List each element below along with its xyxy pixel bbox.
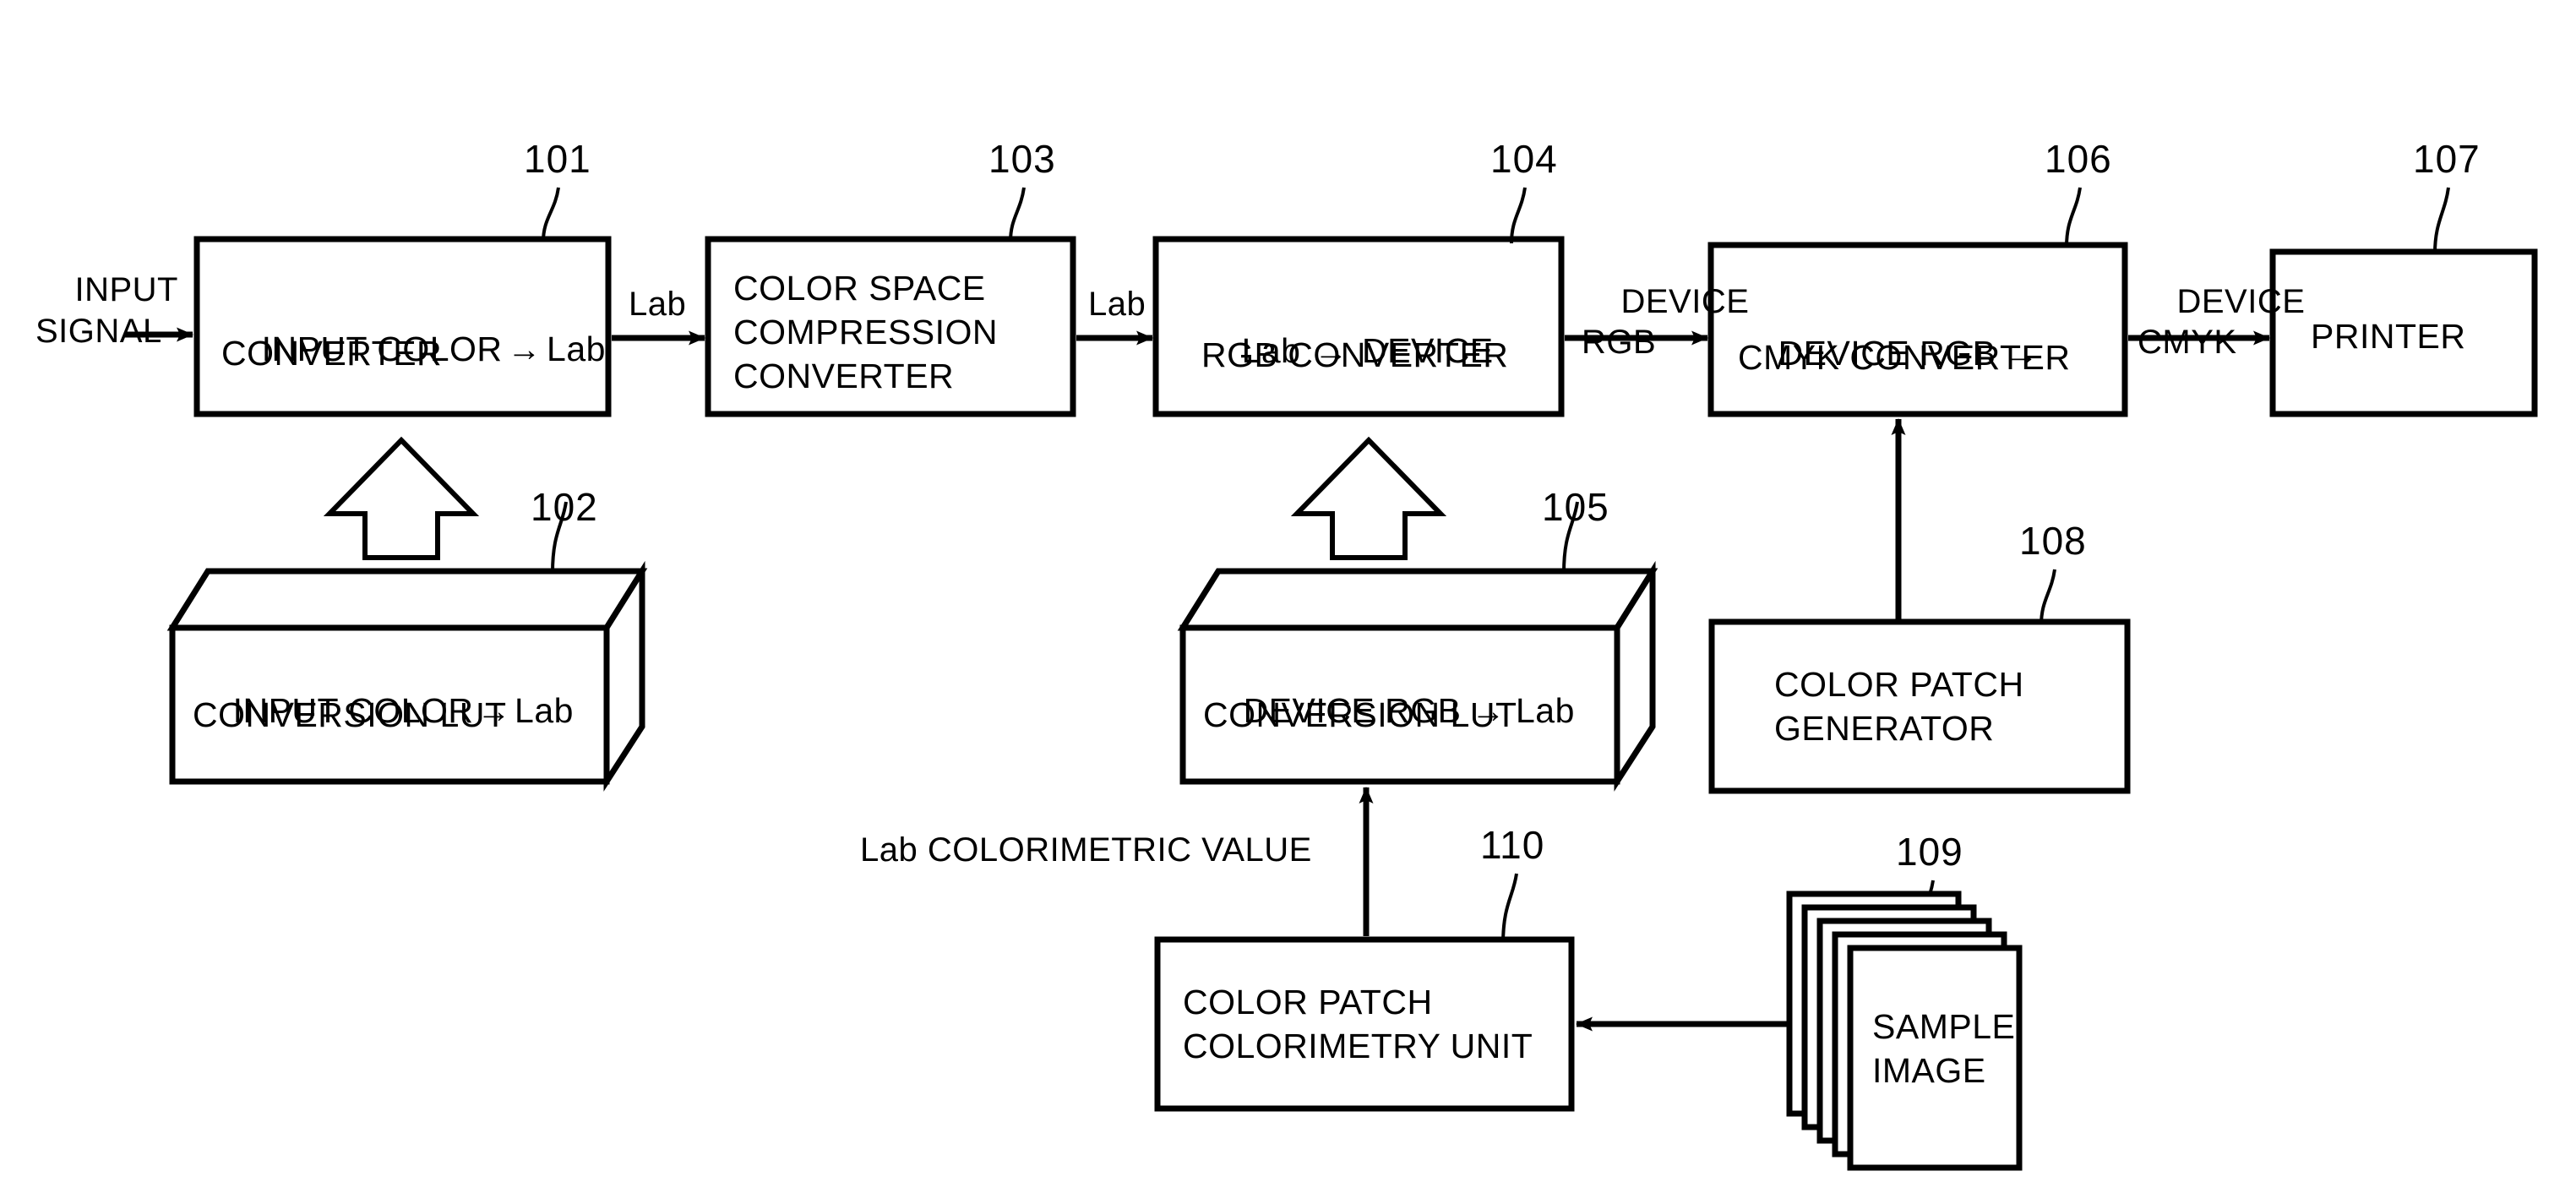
ref-number-107: 107 — [2413, 137, 2481, 181]
block-108-line2: GENERATOR — [1774, 709, 1995, 748]
ref-number-108: 108 — [2019, 519, 2087, 563]
block-109-line2: IMAGE — [1872, 1051, 1986, 1090]
edge-label-device-rgb: DEVICE RGB — [1582, 283, 1750, 361]
block-101-line2: CONVERTER — [221, 334, 443, 373]
leader-101 — [542, 187, 560, 242]
ref-number-104: 104 — [1490, 137, 1558, 181]
block-103-line2: COMPRESSION — [733, 313, 999, 351]
block-105-line1-post: Lab — [1515, 690, 1575, 730]
ref-number-103: 103 — [988, 137, 1056, 181]
edge-label-lab-colorimetric-value: Lab COLORIMETRIC VALUE — [860, 831, 1312, 869]
block-105-line2: CONVERSION LUT — [1203, 695, 1517, 734]
leader-108 — [2040, 569, 2056, 626]
right-arrow-icon: → — [507, 330, 542, 368]
ref-number-105: 105 — [1542, 485, 1609, 529]
leader-103 — [1009, 187, 1026, 242]
leader-106 — [2065, 187, 2082, 248]
block-104-line2: RGB CONVERTER — [1201, 335, 1509, 374]
edge-label-lab-2: Lab — [1088, 286, 1146, 323]
ref-number-110: 110 — [1480, 823, 1545, 867]
block-107-label: PRINTER — [2311, 317, 2466, 356]
block-109-line1: SAMPLE — [1872, 1007, 2016, 1046]
ref-number-101: 101 — [524, 137, 591, 181]
block-110-line2: COLORIMETRY UNIT — [1183, 1027, 1533, 1065]
leader-104 — [1510, 187, 1527, 244]
block-diagram-canvas: INPUT SIGNAL 101 INPUT COLOR → Lab CONVERT… — [0, 0, 2576, 1193]
block-108-rect — [1708, 618, 2131, 794]
block-103-line1: COLOR SPACE — [733, 269, 986, 308]
block-101-line1-post: Lab — [547, 329, 606, 368]
hollow-arrow-105-to-104 — [1290, 436, 1447, 560]
block-103-line3: CONVERTER — [733, 357, 955, 395]
block-110-rect — [1154, 936, 1575, 1112]
edge-label-lab-1: Lab — [629, 286, 687, 323]
input-signal-label: INPUT SIGNAL — [35, 270, 178, 350]
block-102-line2: CONVERSION LUT — [193, 695, 507, 734]
ref-number-102: 102 — [531, 485, 598, 529]
block-106-line2: CMYK CONVERTER — [1738, 338, 2071, 377]
block-102-line1-post: Lab — [515, 690, 574, 730]
leader-107 — [2433, 187, 2450, 254]
block-108-line1: COLOR PATCH — [1774, 665, 2024, 704]
edge-label-device-cmyk: DEVICE CMYK — [2138, 283, 2306, 361]
leader-110 — [1501, 873, 1518, 945]
ref-number-106: 106 — [2045, 137, 2112, 181]
block-110-line1: COLOR PATCH — [1183, 983, 1433, 1021]
ref-number-109: 109 — [1896, 830, 1963, 874]
hollow-arrow-102-to-101 — [323, 436, 480, 560]
